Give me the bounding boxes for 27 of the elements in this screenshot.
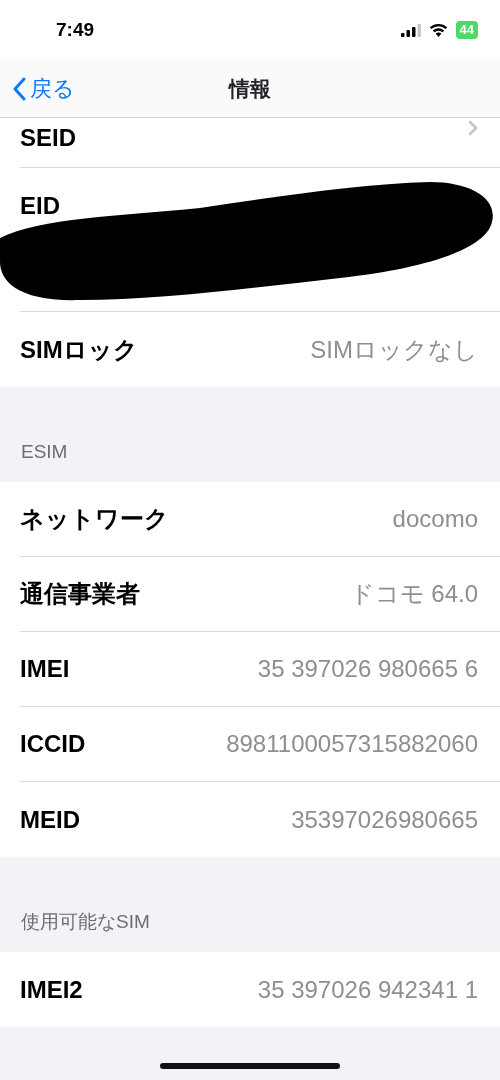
page-title: 情報 (229, 75, 271, 102)
status-time: 7:49 (56, 17, 95, 42)
row-label: ネットワーク (20, 504, 169, 534)
row-label: MEID (20, 804, 80, 835)
row-label: EID (20, 191, 60, 221)
row-label: IMEI2 (20, 974, 83, 1005)
chevron-right-icon (468, 120, 478, 136)
row-value: 35397026980665 (291, 804, 478, 835)
row-value: SIMロックなし (310, 334, 478, 365)
row-value: docomo (392, 504, 478, 534)
row-value: 8981100057315882060 (226, 729, 478, 759)
settings-row[interactable]: SEID (20, 118, 500, 168)
row-label: SIMロック (20, 334, 138, 365)
back-button[interactable]: 戻る (0, 72, 75, 105)
signal-icon (400, 23, 421, 37)
row-value: 35 397026 942341 1 (257, 974, 478, 1005)
section-header: 使用可能なSIM (20, 909, 151, 934)
battery-level: 44 (455, 21, 478, 39)
row-value: 35 397026 980665 6 (257, 654, 478, 684)
row-label: IMEI (20, 654, 70, 684)
row-label: ICCID (20, 729, 86, 759)
row-label: 通信事業者 (20, 579, 140, 609)
chevron-left-icon (12, 76, 26, 101)
row-label: SEID (20, 123, 76, 153)
row-value: ドコモ 64.0 (349, 579, 478, 609)
section-header: ESIM (20, 439, 69, 464)
wifi-icon (428, 23, 448, 37)
